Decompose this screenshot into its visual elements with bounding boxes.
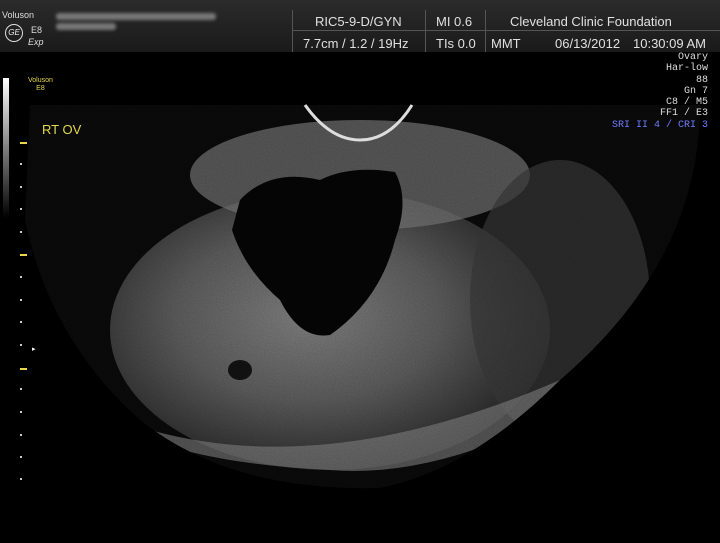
side-model: E8 [36, 85, 45, 92]
model-label: E8 [31, 25, 43, 35]
institution-name: Cleveland Clinic Foundation [510, 14, 672, 29]
anatomy-annotation: RT OV [42, 122, 82, 137]
depth-tick [20, 276, 22, 278]
depth-tick [20, 456, 22, 458]
gain-value: Gn 7 [683, 85, 708, 97]
focus-marker-icon: ▸ [32, 346, 36, 353]
depth-tick [20, 142, 27, 144]
depth-tick [20, 186, 22, 188]
depth-tick [20, 388, 22, 390]
exam-time: 10:30:09 AM [633, 36, 706, 51]
depth-tick [20, 478, 22, 480]
side-brand: Voluson E8 [28, 77, 53, 93]
preset-label: Ovary [677, 52, 708, 63]
redacted-patient-name [56, 10, 226, 36]
parameter-panel: Ovary Har-low 88 Gn 7 C8 / M5 FF1 / E3 S… [612, 52, 708, 131]
depth-tick [20, 344, 22, 346]
harmonic-label: Har-low [665, 63, 708, 75]
mi-value: MI 0.6 [436, 14, 473, 29]
depth-tick [20, 434, 22, 436]
ge-voluson-logo: Voluson GE E8 Exp [2, 10, 46, 50]
depth-tick [20, 208, 22, 210]
mmt-label: MMT [491, 36, 521, 51]
depth-tick [20, 163, 22, 165]
tis-value: TIs 0.0 [436, 36, 476, 51]
depth-frequency: 7.7cm / 1.2 / 19Hz [303, 36, 409, 51]
probe-label: RIC5-9-D/GYN [315, 14, 402, 29]
depth-tick [20, 321, 22, 323]
cm-value: C8 / M5 [665, 97, 708, 109]
power-value: 88 [695, 74, 708, 86]
depth-tick [20, 368, 27, 370]
side-brand-name: Voluson [28, 77, 53, 84]
depth-tick [20, 411, 22, 413]
scan-sector [25, 105, 700, 489]
depth-tick [20, 231, 22, 233]
header-bar: Voluson GE E8 Exp RIC5-9-D/GYN MI 0.6 Cl… [0, 0, 720, 52]
depth-tick [20, 299, 22, 301]
grayscale-bar [3, 78, 9, 218]
sri-cri-value: SRI II 4 / CRI 3 [611, 119, 708, 131]
mode-label: Exp [28, 37, 44, 47]
ge-logo-icon: GE [5, 24, 23, 42]
exam-date: 06/13/2012 [555, 36, 621, 51]
brand-label: Voluson [2, 10, 35, 20]
ff-e-value: FF1 / E3 [659, 108, 708, 120]
depth-tick [20, 254, 27, 256]
